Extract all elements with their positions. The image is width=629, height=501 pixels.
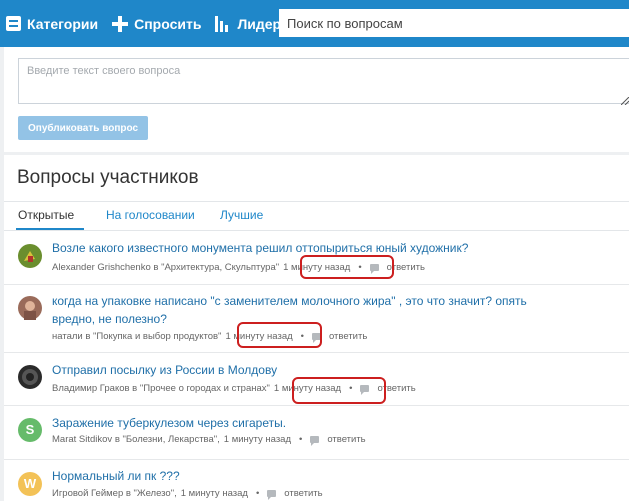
tab-open[interactable]: Открытые [18, 208, 74, 222]
question-author[interactable]: натали в "Покупка и выбор продуктов" [52, 331, 221, 342]
question-link[interactable]: Заражение туберкулезом через сигареты. [52, 414, 572, 432]
question-textarea[interactable] [18, 58, 629, 104]
question-row: W Нормальный ли пк ??? Игровой Геймер в … [4, 460, 629, 501]
publish-button[interactable]: Опубликовать вопрос [18, 116, 148, 140]
question-time: 1 минуту назад [180, 488, 248, 499]
annotation-highlight [300, 255, 394, 279]
tabs: Открытые На голосовании Лучшие [4, 201, 629, 231]
question-row: S Заражение туберкулезом через сигареты.… [4, 406, 629, 460]
question-author[interactable]: Владимир Граков в "Прочее о городах и ст… [52, 383, 270, 394]
question-time: 1 минуту назад [223, 434, 292, 445]
avatar: S [18, 418, 42, 442]
reply-label: ответить [284, 488, 323, 499]
annotation-highlight [292, 377, 386, 404]
resize-handle-icon[interactable] [621, 97, 629, 105]
nav-ask-label: Спросить [134, 15, 202, 32]
avatar [18, 296, 42, 320]
question-link[interactable]: Нормальный ли пк ??? [52, 467, 572, 485]
search-input[interactable] [279, 9, 629, 37]
reply-label: ответить [327, 434, 366, 445]
comment-icon [310, 436, 320, 446]
reply-link[interactable]: ответить [310, 434, 366, 446]
question-meta: Игровой Геймер в "Железо", 1 минуту наза… [52, 488, 323, 500]
comment-icon [267, 490, 277, 500]
reply-link[interactable]: ответить [267, 488, 323, 500]
avatar: W [18, 472, 42, 496]
reply-label: ответить [328, 331, 368, 342]
question-author[interactable]: Marat Sitdikov в "Болезни, Лекарства", [52, 434, 220, 445]
avatar [18, 365, 42, 389]
nav-categories-label: Категории [27, 15, 99, 32]
nav-ask[interactable]: Спросить [112, 0, 201, 47]
top-nav-bar: Категории Спросить Лидеры [0, 0, 629, 47]
nav-categories[interactable]: Категории [6, 0, 98, 47]
question-author[interactable]: Игровой Геймер в "Железо", [52, 488, 177, 499]
avatar [18, 244, 42, 268]
list-icon [6, 16, 21, 31]
annotation-highlight [237, 322, 322, 348]
question-author[interactable]: Alexander Grishchenko в "Архитектура, Ск… [52, 262, 279, 273]
bar-chart-icon [215, 15, 231, 32]
question-meta: Marat Sitdikov в "Болезни, Лекарства", 1… [52, 434, 366, 446]
tab-voting[interactable]: На голосовании [106, 208, 195, 222]
ask-question-panel: Опубликовать вопрос [4, 47, 629, 152]
section-title: Вопросы участников [17, 167, 199, 188]
active-tab-indicator [16, 228, 84, 230]
plus-icon [112, 15, 129, 32]
tab-best[interactable]: Лучшие [220, 208, 263, 222]
